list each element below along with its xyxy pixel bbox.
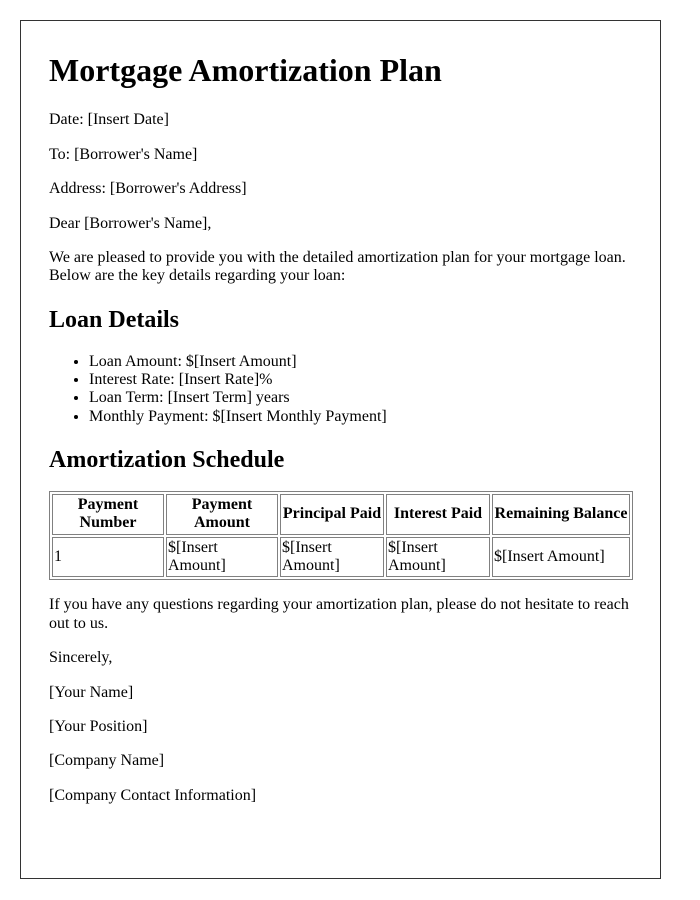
date-line: Date: [Insert Date] xyxy=(49,111,169,129)
amortization-table: Payment Number Payment Amount Principal … xyxy=(49,490,633,581)
table-row: 1 $[Insert Amount] $[Insert Amount] $[In… xyxy=(52,536,630,578)
intro-paragraph: We are pleased to provide you with the d… xyxy=(49,248,626,285)
cell-principal-paid: $[Insert Amount] xyxy=(280,536,384,578)
closing-paragraph: If you have any questions regarding your… xyxy=(49,596,629,632)
interest-rate-item: Interest Rate: [Insert Rate]% xyxy=(89,371,632,389)
address-line: Address: [Borrower's Address] xyxy=(49,180,247,198)
cell-payment-number: 1 xyxy=(52,536,164,578)
col-payment-number: Payment Number xyxy=(52,493,164,535)
table-header-row: Payment Number Payment Amount Principal … xyxy=(52,493,630,535)
signature-position: [Your Position] xyxy=(49,718,148,736)
signoff: Sincerely, xyxy=(49,649,113,667)
loan-term-item: Loan Term: [Insert Term] years xyxy=(89,389,632,407)
cell-interest-paid: $[Insert Amount] xyxy=(386,536,490,578)
salutation: Dear [Borrower's Name], xyxy=(49,214,212,232)
recipient-line: To: [Borrower's Name] xyxy=(49,145,198,163)
col-payment-amount: Payment Amount xyxy=(166,493,278,535)
signature-company: [Company Name] xyxy=(49,752,165,770)
cell-remaining-balance: $[Insert Amount] xyxy=(492,536,630,578)
col-interest-paid: Interest Paid xyxy=(386,493,490,535)
letter-page: Mortgage Amortization Plan Date: [Insert… xyxy=(20,20,661,879)
signature-name: [Your Name] xyxy=(49,683,134,701)
monthly-payment-item: Monthly Payment: $[Insert Monthly Paymen… xyxy=(89,408,632,426)
page-title: Mortgage Amortization Plan xyxy=(49,52,442,88)
col-remaining-balance: Remaining Balance xyxy=(492,493,630,535)
loan-amount-item: Loan Amount: $[Insert Amount] xyxy=(89,353,632,371)
loan-details-list: Loan Amount: $[Insert Amount] Interest R… xyxy=(49,353,632,427)
col-principal-paid: Principal Paid xyxy=(280,493,384,535)
cell-payment-amount: $[Insert Amount] xyxy=(166,536,278,578)
loan-details-heading: Loan Details xyxy=(49,306,180,333)
schedule-heading: Amortization Schedule xyxy=(49,447,285,474)
signature-contact: [Company Contact Information] xyxy=(49,786,257,804)
